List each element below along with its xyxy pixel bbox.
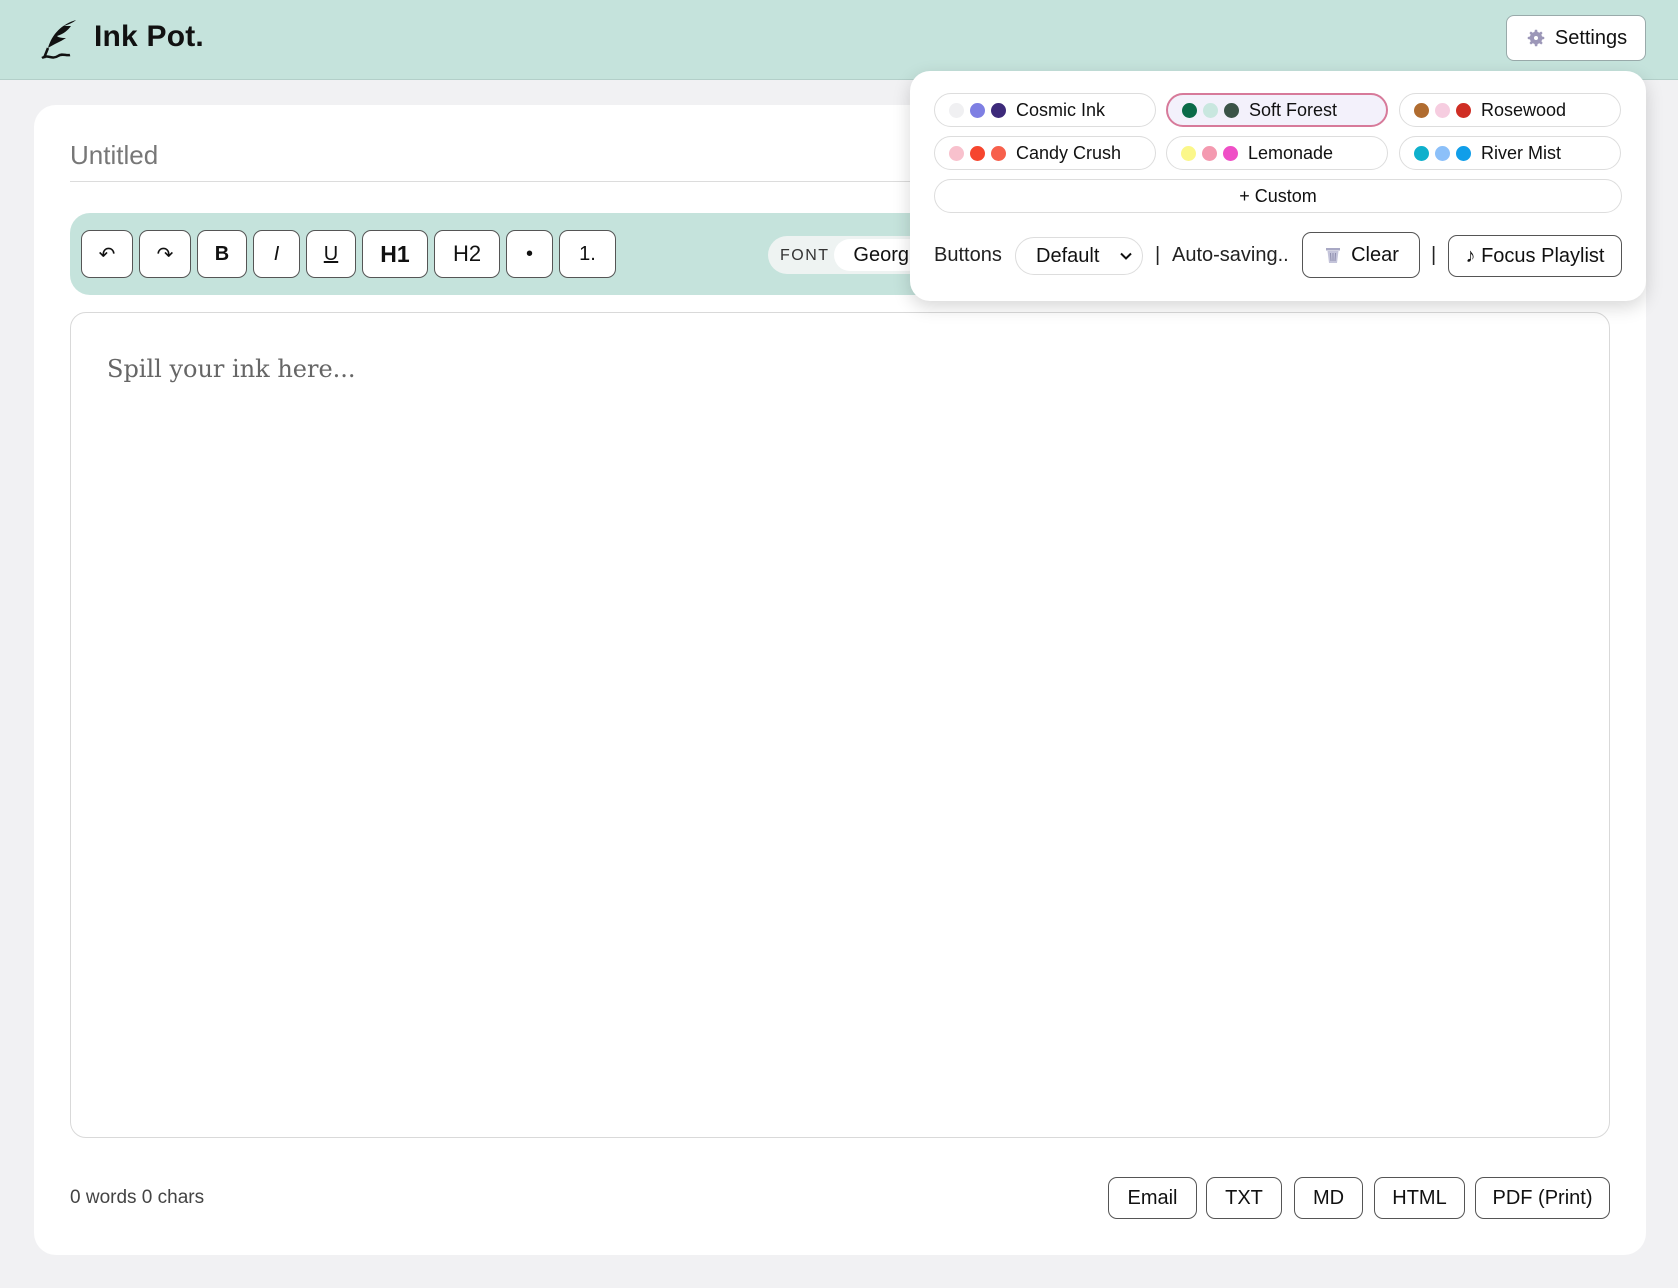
export-pdf-button[interactable]: PDF (Print) bbox=[1475, 1177, 1610, 1219]
swatch-dot bbox=[1414, 102, 1429, 118]
swatch-dot bbox=[1435, 145, 1450, 161]
theme-rosewood[interactable]: Rosewood bbox=[1399, 93, 1621, 127]
swatch-dot bbox=[1414, 145, 1429, 161]
theme-swatches bbox=[949, 102, 1006, 118]
swatch-dot bbox=[1224, 102, 1239, 118]
theme-cosmic-ink[interactable]: Cosmic Ink bbox=[934, 93, 1156, 127]
swatch-dot bbox=[1456, 145, 1471, 161]
undo-button[interactable]: ↶ bbox=[81, 230, 133, 278]
buttons-style-value: Default bbox=[1036, 244, 1100, 267]
heading1-button[interactable]: H1 bbox=[362, 230, 428, 278]
swatch-dot bbox=[1223, 145, 1238, 161]
word-char-count: 0 words 0 chars bbox=[70, 1187, 205, 1208]
swatch-dot bbox=[949, 102, 964, 118]
bullet-list-button[interactable]: • bbox=[506, 230, 553, 278]
settings-popover: Cosmic Ink Soft Forest Rosewood Candy Cr… bbox=[910, 71, 1646, 301]
theme-label: River Mist bbox=[1481, 142, 1561, 163]
theme-swatches bbox=[1414, 102, 1471, 118]
buttons-style-label: Buttons bbox=[934, 244, 1002, 266]
app-title: Ink Pot. bbox=[94, 20, 204, 53]
clear-label: Clear bbox=[1351, 243, 1399, 266]
theme-lemonade[interactable]: Lemonade bbox=[1166, 136, 1388, 170]
theme-label: Candy Crush bbox=[1016, 142, 1122, 163]
swatch-dot bbox=[949, 145, 964, 161]
swatch-dot bbox=[991, 102, 1006, 118]
bold-button[interactable]: B bbox=[197, 230, 247, 278]
theme-candy-crush[interactable]: Candy Crush bbox=[934, 136, 1156, 170]
theme-label: Lemonade bbox=[1248, 142, 1334, 163]
buttons-style-select[interactable]: Default bbox=[1015, 237, 1143, 275]
swatch-dot bbox=[1181, 145, 1196, 161]
theme-swatches bbox=[949, 145, 1006, 161]
theme-river-mist[interactable]: River Mist bbox=[1399, 136, 1621, 170]
swatch-dot bbox=[1202, 145, 1217, 161]
export-html-button[interactable]: HTML bbox=[1374, 1177, 1465, 1219]
theme-soft-forest[interactable]: Soft Forest bbox=[1166, 93, 1388, 127]
redo-button[interactable]: ↷ bbox=[139, 230, 191, 278]
export-txt-button[interactable]: TXT bbox=[1206, 1177, 1282, 1219]
swatch-dot bbox=[1203, 102, 1218, 118]
theme-label: Rosewood bbox=[1481, 99, 1567, 120]
theme-swatches bbox=[1414, 145, 1471, 161]
theme-swatches bbox=[1182, 102, 1239, 118]
autosave-status: Auto-saving.. bbox=[1172, 244, 1289, 266]
swatch-dot bbox=[1182, 102, 1197, 118]
settings-label: Settings bbox=[1554, 26, 1628, 49]
font-label: FONT bbox=[780, 247, 830, 264]
export-md-button[interactable]: MD bbox=[1294, 1177, 1363, 1219]
separator: | bbox=[1155, 244, 1161, 266]
settings-button[interactable]: Settings bbox=[1506, 15, 1646, 61]
theme-label: Soft Forest bbox=[1249, 99, 1338, 120]
swatch-dot bbox=[970, 102, 985, 118]
quill-pen-icon bbox=[41, 20, 76, 60]
italic-button[interactable]: I bbox=[253, 230, 300, 278]
swatch-dot bbox=[1456, 102, 1471, 118]
swatch-dot bbox=[970, 145, 985, 161]
clear-button[interactable]: Clear bbox=[1302, 232, 1420, 278]
gear-icon bbox=[1527, 29, 1545, 47]
custom-theme-button[interactable]: + Custom bbox=[934, 179, 1622, 213]
theme-swatches bbox=[1181, 145, 1238, 161]
numbered-list-button[interactable]: 1. bbox=[559, 230, 616, 278]
trash-icon bbox=[1326, 248, 1341, 263]
chevron-down-icon bbox=[1120, 252, 1132, 260]
theme-label: Cosmic Ink bbox=[1016, 99, 1106, 120]
editor-area[interactable]: Spill your ink here... bbox=[70, 312, 1610, 1138]
app-header: Ink Pot. Settings bbox=[0, 0, 1678, 80]
swatch-dot bbox=[991, 145, 1006, 161]
focus-playlist-button[interactable]: ♪ Focus Playlist bbox=[1448, 235, 1622, 277]
separator: | bbox=[1431, 244, 1437, 266]
heading2-button[interactable]: H2 bbox=[434, 230, 500, 278]
export-email-button[interactable]: Email bbox=[1108, 1177, 1197, 1219]
swatch-dot bbox=[1435, 102, 1450, 118]
editor-placeholder: Spill your ink here... bbox=[107, 355, 356, 383]
underline-button[interactable]: U bbox=[306, 230, 356, 278]
